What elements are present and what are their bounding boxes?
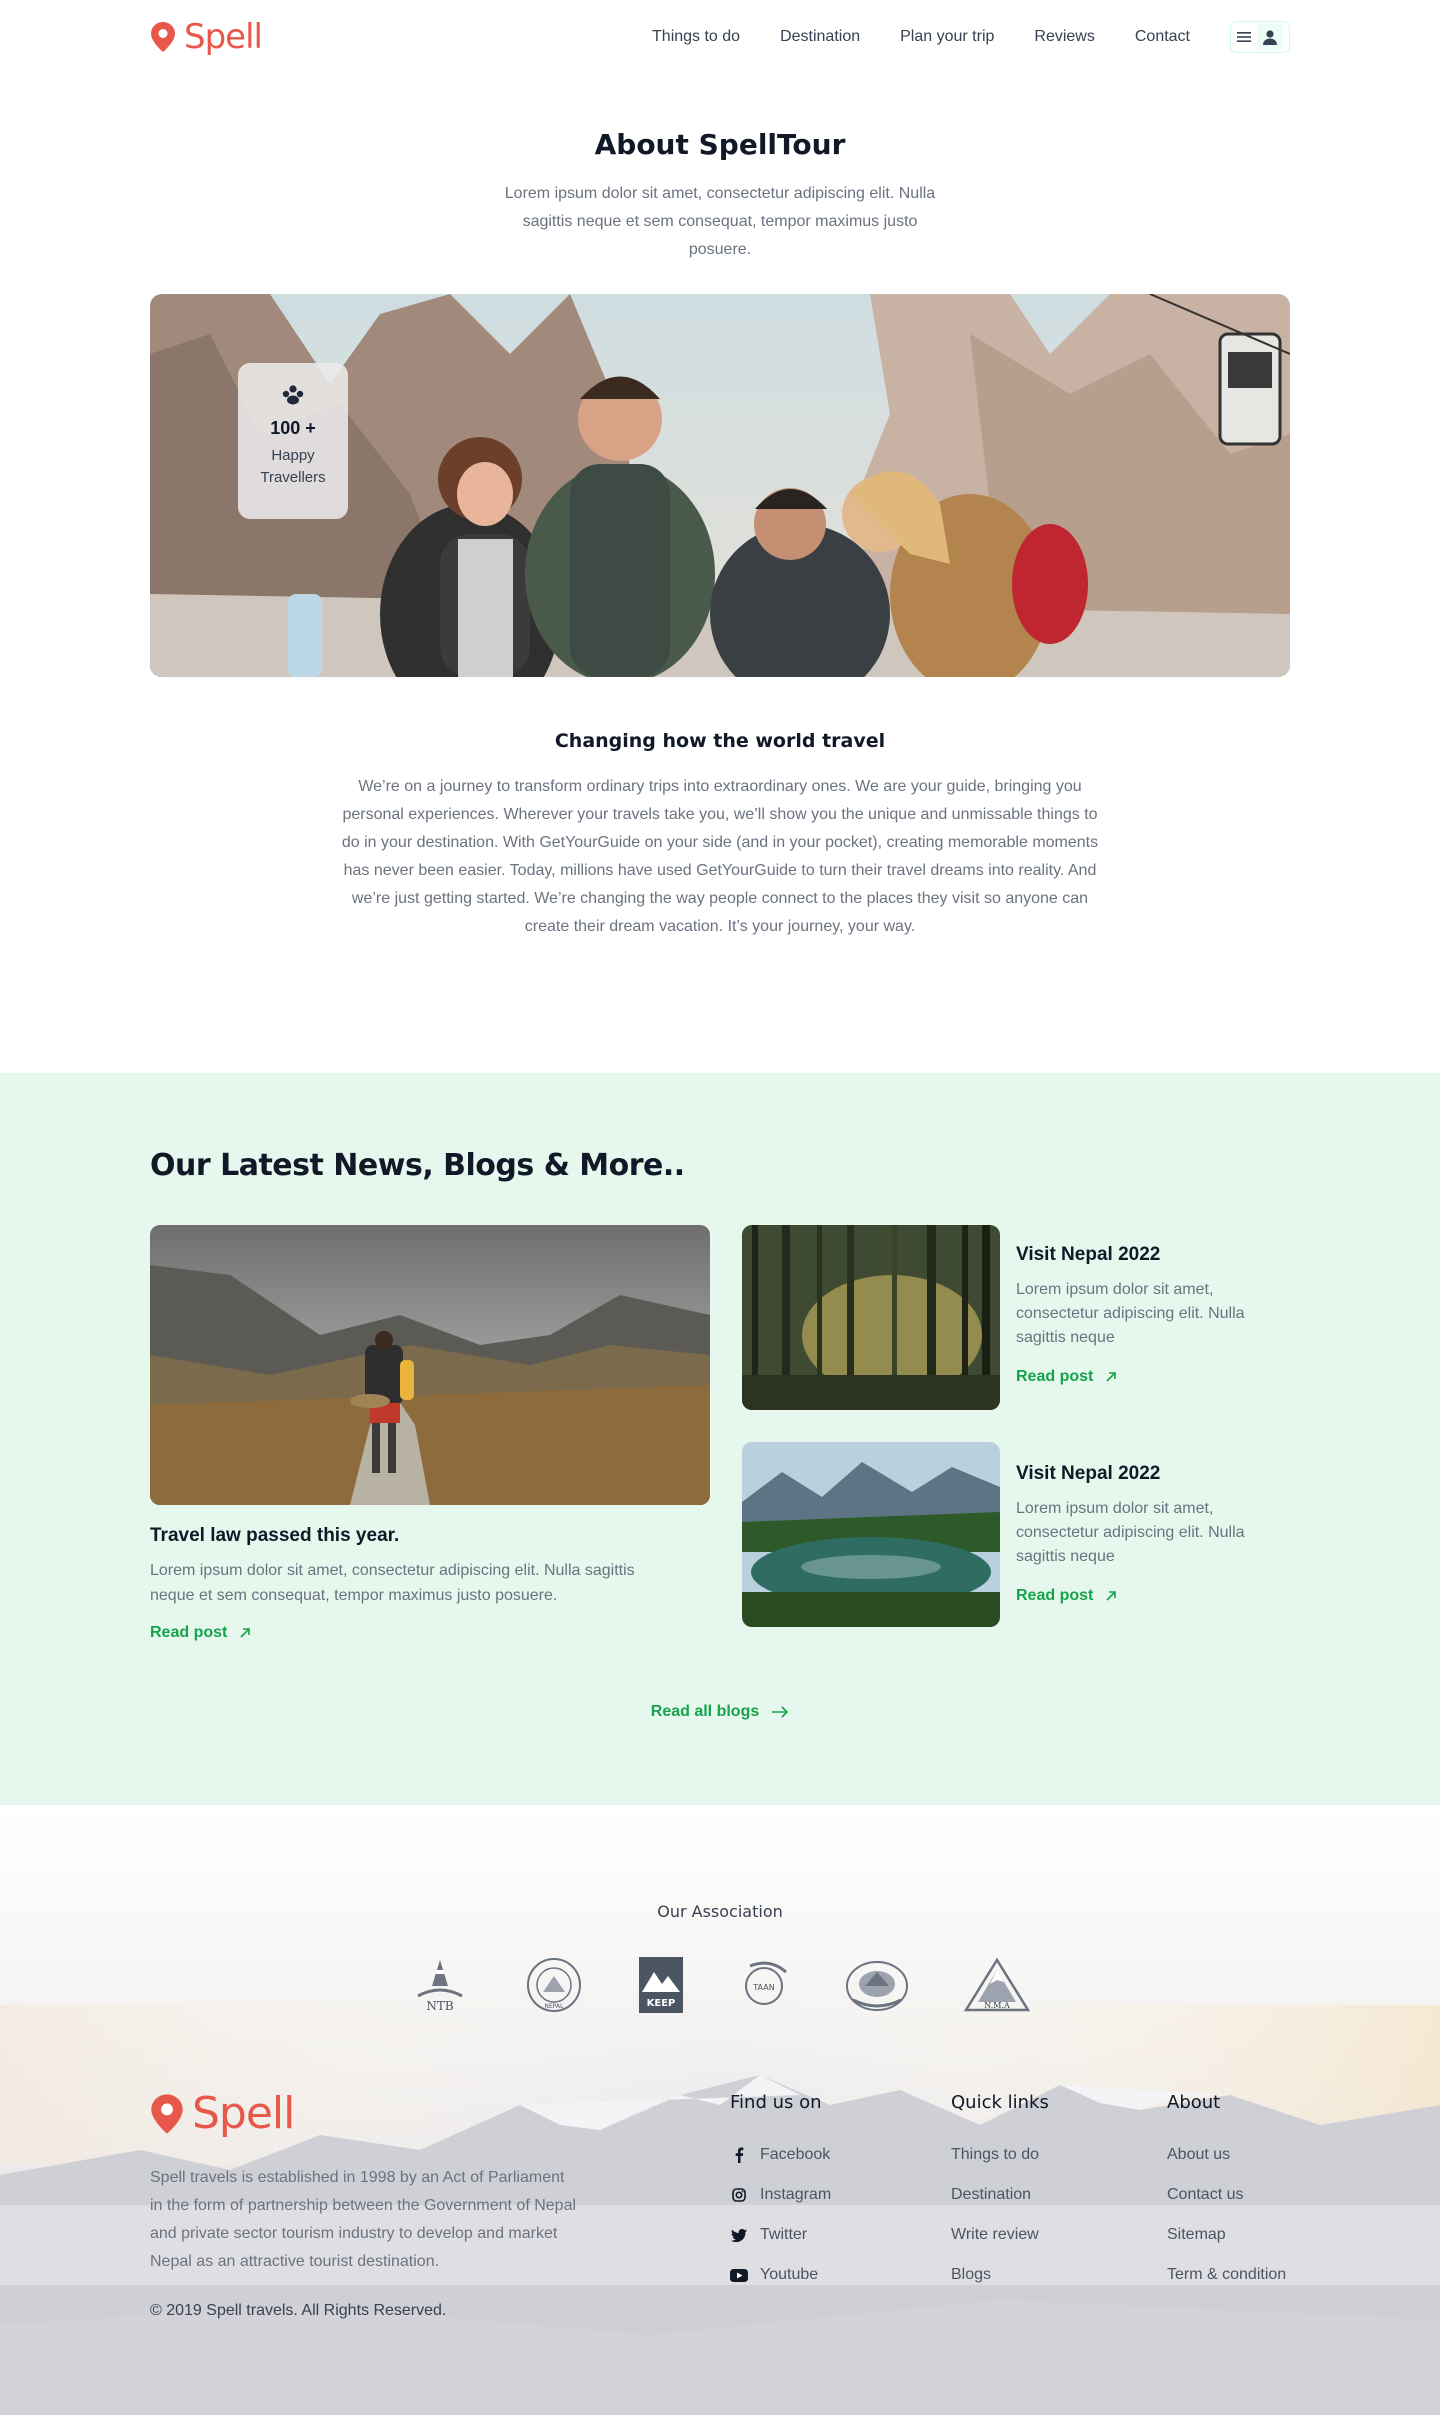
- about-body: We’re on a journey to transform ordinary…: [341, 778, 1099, 935]
- quick-link-destination[interactable]: Destination: [951, 2175, 1049, 2215]
- quick-link-write-review[interactable]: Write review: [951, 2215, 1049, 2255]
- logo-text: Spell: [184, 17, 263, 57]
- association-title: Our Association: [657, 1902, 783, 1921]
- twitter-icon: [730, 2228, 748, 2242]
- read-all-blogs-row: Read all blogs: [0, 1703, 1440, 1721]
- association-logos: NTB NEPAL KEEP TAAN N.M.A: [410, 1955, 1030, 2015]
- happy-travellers-card: 100 + Happy Travellers: [238, 363, 348, 519]
- map-pin-icon: [151, 22, 175, 52]
- happy-travellers-label: Happy Travellers: [260, 447, 326, 486]
- footer-quick-links: Quick links Things to do Destination Wri…: [951, 2092, 1049, 2295]
- youtube-icon: [730, 2268, 748, 2282]
- happy-travellers-count: 100 +: [270, 418, 316, 438]
- main-nav: Things to do Destination Plan your trip …: [652, 21, 1290, 53]
- featured-read-post-link[interactable]: Read post: [150, 1624, 251, 1642]
- svg-text:N.M.A: N.M.A: [984, 2001, 1010, 2010]
- arrow-right-icon: [772, 1706, 789, 1718]
- map-pin-icon: [151, 2093, 183, 2134]
- about-link-terms[interactable]: Term & condition: [1167, 2255, 1286, 2295]
- user-avatar: [1257, 24, 1283, 50]
- read-all-blogs-label: Read all blogs: [650, 1703, 760, 1720]
- featured-post-title[interactable]: Travel law passed this year.: [150, 1525, 399, 1547]
- lake-post-image[interactable]: [742, 1442, 1000, 1627]
- keep-logo[interactable]: KEEP: [638, 1956, 684, 2014]
- arrow-up-right-icon: [240, 1628, 251, 1638]
- about-subtitle: Lorem ipsum dolor sit amet, consectetur …: [504, 185, 936, 258]
- card-2-read-post-link[interactable]: Read post: [1016, 1587, 1117, 1605]
- nav-plan-your-trip[interactable]: Plan your trip: [900, 28, 994, 46]
- forest-post-image[interactable]: [742, 1225, 1000, 1410]
- nav-reviews[interactable]: Reviews: [1034, 28, 1094, 46]
- social-youtube-link[interactable]: Youtube: [730, 2255, 831, 2295]
- site-header: Spell Things to do Destination Plan your…: [150, 0, 1290, 74]
- svg-text:NEPAL: NEPAL: [545, 2003, 565, 2010]
- read-post-label: Read post: [1016, 1368, 1094, 1385]
- instagram-icon: [730, 2188, 748, 2202]
- news-title: Our Latest News, Blogs & More..: [150, 1148, 685, 1183]
- nav-contact[interactable]: Contact: [1135, 28, 1190, 46]
- facebook-icon: [730, 2147, 748, 2163]
- read-all-blogs-link[interactable]: Read all blogs: [651, 1703, 789, 1721]
- svg-text:NTB: NTB: [426, 1999, 454, 2013]
- featured-post-excerpt: Lorem ipsum dolor sit amet, consectetur …: [150, 1562, 635, 1604]
- about-title: About SpellTour: [594, 128, 846, 161]
- footer-description: Spell travels is established in 1998 by …: [150, 2169, 577, 2270]
- card-1-excerpt: Lorem ipsum dolor sit amet, consectetur …: [1016, 1281, 1245, 1346]
- nepal-association-seal[interactable]: NEPAL: [525, 1956, 583, 2014]
- user-icon: [1263, 30, 1277, 45]
- svg-text:TAAN: TAAN: [752, 1983, 774, 1992]
- about-link-contact-us[interactable]: Contact us: [1167, 2175, 1286, 2215]
- social-facebook-link[interactable]: Facebook: [730, 2135, 831, 2175]
- youtube-label: Youtube: [760, 2266, 819, 2283]
- nma-logo[interactable]: N.M.A: [963, 1956, 1030, 2014]
- about-links-title: About: [1167, 2092, 1221, 2113]
- card-2-title[interactable]: Visit Nepal 2022: [1016, 1463, 1160, 1485]
- taan-logo[interactable]: TAAN: [740, 1956, 790, 2014]
- social-twitter-link[interactable]: Twitter: [730, 2215, 831, 2255]
- footer-find-us: Find us on Facebook Instagram Twitter Yo…: [730, 2092, 831, 2295]
- about-link-about-us[interactable]: About us: [1167, 2135, 1286, 2175]
- footer-logo[interactable]: Spell: [150, 2088, 295, 2139]
- instagram-label: Instagram: [760, 2186, 832, 2203]
- brand-logo[interactable]: Spell: [150, 17, 263, 57]
- footer-about: About About us Contact us Sitemap Term &…: [1167, 2092, 1286, 2295]
- quick-link-things-to-do[interactable]: Things to do: [951, 2135, 1049, 2175]
- card-1-read-post-link[interactable]: Read post: [1016, 1368, 1117, 1386]
- about-heading: Changing how the world travel: [554, 730, 886, 752]
- footer-logo-text: Spell: [192, 2088, 295, 2139]
- card-1-title[interactable]: Visit Nepal 2022: [1016, 1244, 1160, 1266]
- user-menu-button[interactable]: [1230, 21, 1290, 53]
- social-instagram-link[interactable]: Instagram: [730, 2175, 831, 2215]
- arrow-up-right-icon: [1106, 1591, 1117, 1601]
- featured-post-image[interactable]: [150, 1225, 710, 1505]
- nav-things-to-do[interactable]: Things to do: [652, 28, 740, 46]
- read-post-label: Read post: [1016, 1587, 1094, 1604]
- facebook-label: Facebook: [760, 2146, 831, 2163]
- footer-copyright: © 2019 Spell travels. All Rights Reserve…: [150, 2302, 447, 2319]
- nepal-government-emblem[interactable]: [845, 1956, 909, 2014]
- card-2-excerpt: Lorem ipsum dolor sit amet, consectetur …: [1016, 1500, 1245, 1565]
- read-post-label: Read post: [150, 1624, 228, 1641]
- twitter-label: Twitter: [760, 2226, 808, 2243]
- group-icon: [282, 385, 304, 405]
- arrow-up-right-icon: [1106, 1372, 1117, 1382]
- ntb-logo[interactable]: NTB: [410, 1956, 470, 2014]
- menu-icon: [1237, 32, 1251, 42]
- quick-link-blogs[interactable]: Blogs: [951, 2255, 1049, 2295]
- quick-links-title: Quick links: [951, 2092, 1049, 2113]
- nav-destination[interactable]: Destination: [780, 28, 860, 46]
- find-us-title: Find us on: [730, 2092, 822, 2113]
- about-link-sitemap[interactable]: Sitemap: [1167, 2215, 1286, 2255]
- svg-text:KEEP: KEEP: [647, 1998, 676, 2009]
